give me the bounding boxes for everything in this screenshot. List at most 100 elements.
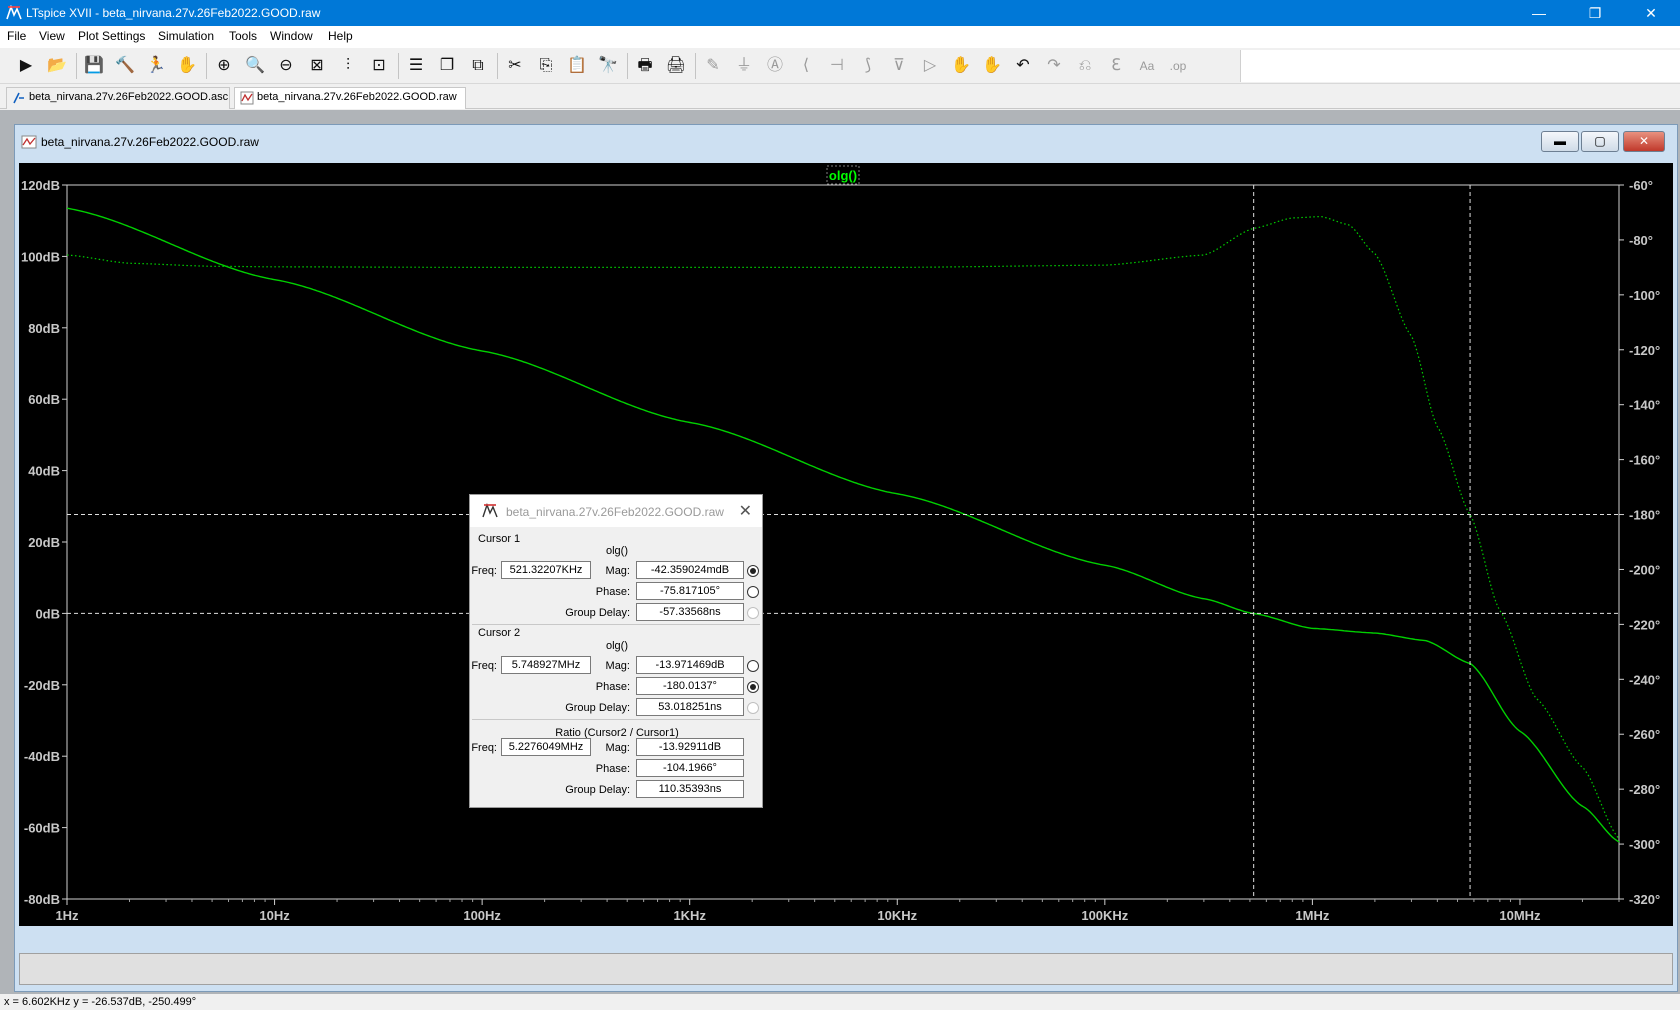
move-icon[interactable]: ✋	[947, 52, 975, 80]
cursor2-heading: Cursor 2	[478, 627, 521, 639]
print-icon[interactable]: 🖶	[631, 52, 659, 80]
tab-waveform[interactable]: beta_nirvana.27v.26Feb2022.GOOD.raw	[234, 87, 466, 109]
cursor-dialog-title: beta_nirvana.27v.26Feb2022.GOOD.raw	[506, 505, 724, 519]
cursor2-freq-label: Freq:	[471, 660, 497, 672]
cursor2-group-delay-radio[interactable]	[747, 702, 759, 714]
y-tick-label: 80dB	[28, 321, 60, 336]
undo-icon[interactable]: ↶	[1009, 52, 1037, 80]
find-icon[interactable]: 🔭	[594, 52, 622, 80]
zoom-fit-icon[interactable]: ⊠	[303, 52, 331, 80]
mdi-client: beta_nirvana.27v.26Feb2022.GOOD.raw ▬ ▢ …	[0, 110, 1680, 994]
cursor-dialog-divider	[472, 719, 760, 720]
phase-tick-label: -280°	[1629, 782, 1660, 797]
zoom-extents-icon[interactable]: ⊡	[365, 52, 393, 80]
phase-tick-label: -320°	[1629, 892, 1660, 907]
control-panel-icon[interactable]: 🔨	[111, 52, 139, 80]
cursor1-group-delay-field: -57.33568ns	[636, 603, 744, 621]
cursor-dialog-close-icon[interactable]: ✕	[739, 501, 752, 521]
menu-plot-settings[interactable]: Plot Settings	[78, 29, 145, 43]
minimize-button[interactable]: —	[1516, 0, 1562, 26]
tile-vertical-icon[interactable]: ⧉	[464, 52, 492, 80]
resistor-icon[interactable]: ⟨	[792, 52, 820, 80]
tab-schematic[interactable]: beta_nirvana.27v.26Feb2022.GOOD.asc	[6, 87, 230, 109]
y-tick-label: 20dB	[28, 535, 60, 550]
restore-button[interactable]: ❐	[1572, 0, 1618, 26]
y-tick-label: 100dB	[21, 249, 60, 264]
x-tick-label: 10MHz	[1499, 908, 1541, 923]
zoom-area-icon[interactable]: 🔍	[241, 52, 269, 80]
cursor1-phase-radio[interactable]	[747, 586, 759, 598]
mirror-icon[interactable]: ℇ	[1102, 52, 1130, 80]
cursor2-group-delay-label: Group Delay:	[565, 702, 630, 714]
inductor-icon[interactable]: ⟆	[854, 52, 882, 80]
open-icon[interactable]: 📂	[43, 52, 71, 80]
y-tick-label: -40dB	[24, 749, 60, 764]
tile-horizontal-icon[interactable]: ☰	[402, 52, 430, 80]
phase-tick-label: -200°	[1629, 562, 1660, 577]
capacitor-icon[interactable]: ⊣	[823, 52, 851, 80]
toolbar-separator	[76, 53, 77, 79]
title-bar: LTspice XVII - beta_nirvana.27v.26Feb202…	[0, 0, 1680, 26]
y-tick-label: -80dB	[24, 892, 60, 907]
phase-tick-label: -60°	[1629, 178, 1653, 193]
cursor2-mag-radio[interactable]	[747, 660, 759, 672]
menu-view[interactable]: View	[39, 29, 65, 43]
pan-icon[interactable]: ✋	[173, 52, 201, 80]
cursor2-group-delay-field: 53.018251ns	[636, 698, 744, 716]
cursor1-mag-field: -42.359024mdB	[636, 561, 744, 579]
cascade-icon[interactable]: ❐	[433, 52, 461, 80]
phase-tick-label: -120°	[1629, 343, 1660, 358]
cursor1-freq-field[interactable]: 521.32207KHz	[501, 561, 591, 579]
cursor1-mag-radio[interactable]	[747, 565, 759, 577]
ratio-phase-label: Phase:	[595, 763, 630, 775]
component-icon[interactable]: ▷	[916, 52, 944, 80]
phase-tick-label: -180°	[1629, 508, 1660, 523]
x-tick-label: 1KHz	[673, 908, 706, 923]
phase-tick-label: -140°	[1629, 398, 1660, 413]
spice-directive-icon[interactable]: .op	[1164, 52, 1192, 80]
cursor1-group-delay-radio[interactable]	[747, 607, 759, 619]
label-icon[interactable]: Ⓐ	[761, 52, 789, 80]
zoom-out-icon[interactable]: ⊖	[272, 52, 300, 80]
plot-close-button[interactable]: ✕	[1623, 131, 1665, 152]
cursor2-freq-field[interactable]: 5.748927MHz	[501, 656, 591, 674]
paste-icon[interactable]: 📋	[563, 52, 591, 80]
autorange-icon[interactable]: ⫶	[334, 52, 362, 80]
redo-icon[interactable]: ↷	[1040, 52, 1068, 80]
waveform-icon	[240, 91, 254, 105]
menu-file[interactable]: File	[7, 29, 26, 43]
plot-minimize-button[interactable]: ▬	[1541, 131, 1579, 152]
diode-icon[interactable]: ⊽	[885, 52, 913, 80]
cursor2-phase-radio[interactable]	[747, 681, 759, 693]
menu-simulation[interactable]: Simulation	[158, 29, 214, 43]
ground-icon[interactable]: ⏚	[730, 52, 758, 80]
x-tick-label: 100Hz	[463, 908, 501, 923]
print-setup-icon[interactable]: 🖨	[662, 52, 690, 80]
cut-icon[interactable]: ✂	[501, 52, 529, 80]
menu-tools[interactable]: Tools	[229, 29, 257, 43]
ratio-group-delay-label: Group Delay:	[565, 784, 630, 796]
drag-icon[interactable]: ✋	[978, 52, 1006, 80]
halt-icon[interactable]: 🏃	[142, 52, 170, 80]
close-button[interactable]: ✕	[1628, 0, 1674, 26]
cursor-readout-dialog[interactable]: beta_nirvana.27v.26Feb2022.GOOD.raw ✕ Cu…	[469, 494, 763, 808]
cursor2-phase-label: Phase:	[595, 681, 630, 693]
text-icon[interactable]: Aa	[1133, 52, 1161, 80]
plot-footer-pane	[19, 953, 1673, 985]
save-icon[interactable]: 💾	[80, 52, 108, 80]
cursor-dialog-titlebar[interactable]: beta_nirvana.27v.26Feb2022.GOOD.raw ✕	[470, 495, 762, 527]
menu-help[interactable]: Help	[328, 29, 353, 43]
wire-icon[interactable]: ✎	[699, 52, 727, 80]
x-tick-label: 100KHz	[1081, 908, 1128, 923]
menu-window[interactable]: Window	[270, 29, 313, 43]
plot-restore-button[interactable]: ▢	[1581, 131, 1619, 152]
rotate-icon[interactable]: ⎌	[1071, 52, 1099, 80]
run-icon[interactable]: ▶	[12, 52, 40, 80]
cursor-position-readout: x = 6.602KHz y = -26.537dB, -250.499°	[4, 996, 197, 1008]
bode-plot[interactable]: 120dB 100dB 80dB 60dB 40dB 20dB 0dB -20dB -40dB -…	[19, 163, 1673, 926]
x-tick-label: 10Hz	[259, 908, 290, 923]
status-bar: x = 6.602KHz y = -26.537dB, -250.499°	[0, 994, 1680, 1010]
copy-icon[interactable]: ⎘	[532, 52, 560, 80]
zoom-in-icon[interactable]: ⊕	[210, 52, 238, 80]
plot-pane[interactable]: 120dB 100dB 80dB 60dB 40dB 20dB 0dB -20dB -40dB -…	[19, 163, 1673, 926]
